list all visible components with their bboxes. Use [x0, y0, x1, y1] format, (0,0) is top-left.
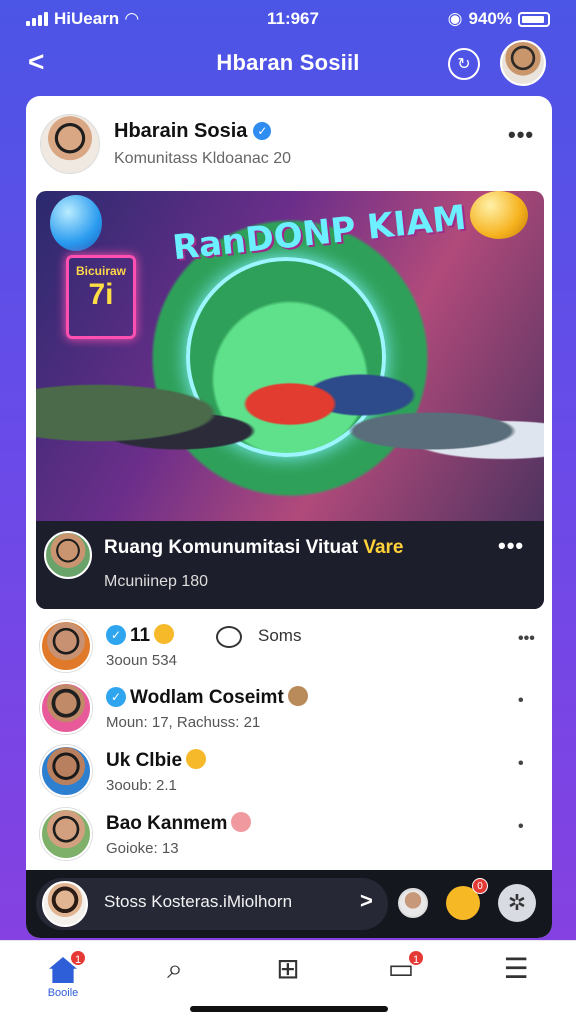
- list-item[interactable]: ✓ Wodlam Coseimt Moun: 17, Rachuss: 21 •: [26, 678, 552, 740]
- neon-sign-text: Bicuiraw: [75, 264, 126, 278]
- emoji-icon: [287, 686, 308, 706]
- emoji-icon: [186, 749, 207, 769]
- row-avatar[interactable]: [40, 745, 92, 797]
- balloon-icon: [470, 191, 528, 239]
- send-arrow-icon[interactable]: >: [360, 888, 373, 914]
- friend-avatar[interactable]: [398, 888, 428, 918]
- list-item[interactable]: ✓ 11 Soms 3ooun 534 •••: [26, 616, 552, 678]
- search-icon: ⌕: [167, 953, 183, 984]
- row-avatar[interactable]: [40, 808, 92, 860]
- lock-icon: ◉: [447, 9, 463, 28]
- author-subtitle: Komunitass Kldoanac 20: [114, 150, 291, 167]
- status-bar: HiUearn ◠ 11:967 ◉ 940%: [0, 0, 576, 38]
- row-name: Wodlam Coseimt: [130, 687, 284, 708]
- game-title: RanDONP KIAM: [170, 197, 469, 269]
- caption-more-button[interactable]: •••: [498, 533, 524, 559]
- caption-subtitle: Mcuniinep 180: [104, 573, 209, 590]
- page-title: Hbaran Sosiil: [216, 50, 360, 75]
- author-name: Hbarain Sosia: [114, 120, 248, 142]
- settings-icon[interactable]: ✲: [498, 884, 536, 922]
- caption-title-main: Ruang Komunumitasi Vituat: [104, 537, 364, 558]
- home-badge: 1: [69, 949, 87, 967]
- row-name-wrap: ✓ 11: [106, 624, 175, 647]
- author-name-wrap[interactable]: Hbarain Sosia ✓: [114, 120, 272, 143]
- tab-messages[interactable]: ▭ 1: [371, 949, 431, 1003]
- tab-menu[interactable]: ☰: [486, 953, 546, 1003]
- tab-home[interactable]: Booile 1: [33, 949, 93, 1003]
- author-avatar[interactable]: [40, 114, 100, 174]
- battery-icon: [518, 11, 550, 27]
- signal-icon: [26, 12, 48, 26]
- status-left: HiUearn ◠: [26, 9, 138, 29]
- post-header: Hbarain Sosia ✓ Komunitass Kldoanac 20 ••…: [26, 96, 552, 186]
- twitter-icon: ✓: [106, 625, 126, 645]
- emoji-icon: [154, 624, 175, 644]
- row-more-button[interactable]: •: [518, 818, 524, 836]
- back-button[interactable]: <: [28, 48, 44, 76]
- carrier-label: HiUearn: [54, 9, 120, 28]
- neon-sign: Bicuiraw 7i: [66, 255, 136, 339]
- caption-avatar[interactable]: [44, 531, 92, 579]
- menu-icon: ☰: [503, 953, 529, 984]
- row-subtitle: 3ooun 534: [106, 652, 177, 669]
- row-subtitle: Moun: 17, Rachuss: 21: [106, 714, 261, 731]
- emoji-icon: [231, 812, 252, 832]
- row-avatar[interactable]: [40, 620, 92, 672]
- people-illustration: [36, 341, 544, 521]
- battery-percent: 940%: [468, 9, 512, 28]
- row-name-wrap: ✓ Wodlam Coseimt: [106, 686, 308, 709]
- emoji-badge: 0: [472, 878, 488, 894]
- messages-badge: 1: [407, 949, 425, 967]
- post-more-button[interactable]: •••: [508, 122, 534, 148]
- chat-bar: Stoss Kosteras.iMiolhorn > 0 ✲: [26, 870, 552, 938]
- post-image[interactable]: Bicuiraw 7i RanDONP KIAM Ruang Komunumit…: [36, 191, 544, 609]
- comment-icon[interactable]: [216, 626, 242, 648]
- wifi-icon: ◠: [125, 9, 139, 28]
- row-name: Bao Kanmem: [106, 813, 228, 834]
- chat-placeholder: Stoss Kosteras.iMiolhorn: [104, 892, 293, 911]
- balloon-icon: [50, 195, 102, 251]
- chat-avatar: [42, 881, 88, 927]
- comment-label[interactable]: Soms: [258, 626, 301, 646]
- refresh-icon[interactable]: ↻: [448, 48, 480, 80]
- chat-input[interactable]: Stoss Kosteras.iMiolhorn >: [36, 878, 388, 930]
- status-right: ◉ 940%: [448, 9, 550, 29]
- row-name: 11: [130, 625, 151, 646]
- row-subtitle: 3ooub: 2.1: [106, 777, 177, 794]
- profile-avatar[interactable]: [500, 40, 546, 86]
- add-icon: ⊞: [276, 953, 300, 984]
- tab-search[interactable]: ⌕: [145, 953, 205, 1003]
- tab-create[interactable]: ⊞: [258, 953, 318, 1003]
- row-avatar[interactable]: [40, 682, 92, 734]
- row-subtitle: Goioke: 13: [106, 840, 179, 857]
- caption-title-highlight: Vare: [363, 537, 404, 558]
- caption-title[interactable]: Ruang Komunumitasi Vituat Vare: [104, 537, 404, 559]
- nav-bar: < Hbaran Sosiil ↻: [0, 38, 576, 88]
- home-indicator: [190, 1006, 388, 1012]
- neon-sign-number: 7i: [88, 278, 114, 311]
- row-more-button[interactable]: •: [518, 755, 524, 773]
- row-name-wrap: Bao Kanmem: [106, 812, 252, 835]
- caption-bar: Ruang Komunumitasi Vituat Vare ••• Mcuni…: [36, 521, 544, 609]
- tab-home-label: Booile: [47, 987, 79, 999]
- post-card: Hbarain Sosia ✓ Komunitass Kldoanac 20 ••…: [26, 96, 552, 938]
- verified-icon: ✓: [253, 122, 272, 140]
- twitter-icon: ✓: [106, 687, 126, 707]
- row-more-button[interactable]: •: [518, 692, 524, 710]
- row-more-button[interactable]: •••: [518, 630, 535, 648]
- list-item[interactable]: Bao Kanmem Goioke: 13 •: [26, 804, 552, 866]
- status-time: 11:967: [266, 9, 319, 28]
- row-name: Uk Clbie: [106, 750, 183, 771]
- row-name-wrap: Uk Clbie: [106, 749, 207, 772]
- list-item[interactable]: Uk Clbie 3ooub: 2.1 •: [26, 741, 552, 803]
